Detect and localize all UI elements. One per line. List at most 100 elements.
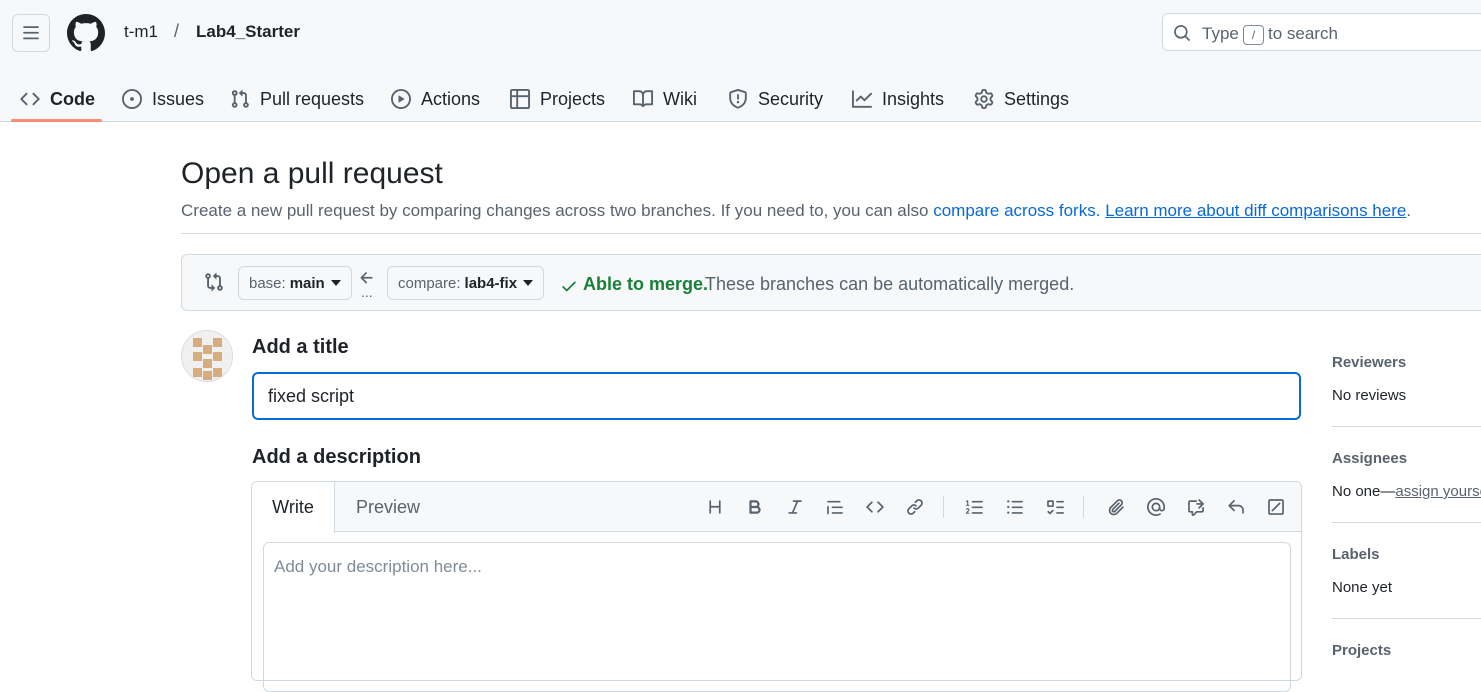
description-label: Add a description <box>252 446 421 468</box>
tab-label: Projects <box>540 88 606 109</box>
tab-security[interactable]: Security <box>728 76 823 122</box>
owner-link[interactable]: t-m1 <box>124 22 158 42</box>
description-editor: Write Preview Add your description here.… <box>251 481 1302 692</box>
merge-status: Able to merge. <box>583 274 709 294</box>
caret-down-icon <box>523 280 534 286</box>
quote-icon <box>827 500 843 515</box>
labels-heading[interactable]: Labels <box>1332 546 1380 563</box>
assign-yourself-link[interactable]: assign yourself <box>1395 483 1481 500</box>
tab-label: Issues <box>152 88 205 109</box>
bold-icon <box>749 500 761 514</box>
page-title: Open a pull request <box>181 157 443 190</box>
quote-button[interactable] <box>823 495 847 519</box>
heading-icon <box>709 500 721 514</box>
gear-icon <box>974 89 994 109</box>
toolbar-divider <box>943 496 944 518</box>
git-pull-request-icon <box>231 89 249 108</box>
title-label: Add a title <box>252 336 349 358</box>
git-compare-icon <box>205 272 223 292</box>
repo-header: t-m1 / Lab4_Starter Type / to search Cod… <box>0 0 1481 122</box>
base-prefix: base: <box>249 274 286 292</box>
cross-reference-icon <box>1188 499 1204 516</box>
learn-more-link[interactable]: Learn more about diff comparisons here <box>1105 201 1406 220</box>
search-suffix-text: to search <box>1268 24 1338 43</box>
italic-icon <box>788 500 802 514</box>
tab-settings[interactable]: Settings <box>974 76 1069 122</box>
labels-value: None yet <box>1332 579 1393 596</box>
repo-link[interactable]: Lab4_Starter <box>196 22 300 42</box>
tasklist-button[interactable] <box>1043 495 1067 519</box>
tab-insights[interactable]: Insights <box>852 76 944 122</box>
tab-wiki[interactable]: Wiki <box>633 76 697 122</box>
compare-forks-link[interactable]: compare across forks. <box>933 201 1100 220</box>
page-subtitle: Create a new pull request by comparing c… <box>181 201 1411 221</box>
tasklist-icon <box>1047 500 1064 515</box>
cross-reference-button[interactable] <box>1184 495 1208 519</box>
compare-branch-select[interactable]: compare: lab4-fix <box>387 266 545 300</box>
play-icon <box>391 89 411 109</box>
italic-button[interactable] <box>783 495 807 519</box>
mention-button[interactable] <box>1144 495 1168 519</box>
tab-preview[interactable]: Preview <box>356 482 420 532</box>
ordered-list-icon <box>966 500 983 514</box>
tab-projects[interactable]: Projects <box>510 76 605 122</box>
search-icon <box>1174 25 1190 41</box>
avatar <box>181 330 233 382</box>
table-icon <box>510 89 530 109</box>
code-button[interactable] <box>863 495 887 519</box>
description-textarea[interactable]: Add your description here... <box>263 542 1291 692</box>
sidebar-divider <box>1332 426 1481 427</box>
code-icon <box>20 92 40 106</box>
attach-button[interactable] <box>1104 495 1128 519</box>
reviewers-value: No reviews <box>1332 387 1407 404</box>
menu-button[interactable] <box>12 14 50 52</box>
path-separator: / <box>174 21 180 41</box>
merge-message: These branches can be automatically merg… <box>705 274 1075 294</box>
bold-button[interactable] <box>743 495 767 519</box>
sidebar-divider <box>1332 522 1481 523</box>
issue-opened-icon <box>122 89 142 109</box>
branch-compare-bar: base: main ... compare: lab4-fix Able to… <box>181 254 1481 311</box>
reply-icon <box>1228 499 1244 514</box>
tab-actions[interactable]: Actions <box>391 76 480 122</box>
ordered-list-button[interactable] <box>963 495 987 519</box>
check-icon <box>562 281 576 292</box>
assignees-heading[interactable]: Assignees <box>1332 450 1407 467</box>
projects-heading[interactable]: Projects <box>1332 642 1391 659</box>
tab-label: Wiki <box>663 88 697 109</box>
slash-command-button[interactable] <box>1264 495 1288 519</box>
base-branch-select[interactable]: base: main <box>238 266 352 300</box>
tab-label: Pull requests <box>260 88 365 109</box>
tab-code[interactable]: Code <box>20 76 95 122</box>
caret-down-icon <box>330 280 341 286</box>
ellipsis: ... <box>361 284 373 300</box>
tab-label: Code <box>50 88 95 109</box>
active-tab-indicator <box>11 119 102 122</box>
heading-button[interactable] <box>703 495 727 519</box>
mention-icon <box>1147 498 1165 516</box>
shield-icon <box>729 89 747 109</box>
tab-issues[interactable]: Issues <box>122 76 204 122</box>
compare-prefix: compare: <box>398 274 461 292</box>
base-branch-name: main <box>289 274 325 292</box>
tab-write[interactable]: Write <box>252 482 335 533</box>
reviewers-heading[interactable]: Reviewers <box>1332 354 1406 371</box>
reply-button[interactable] <box>1224 495 1248 519</box>
hamburger-icon <box>23 26 39 40</box>
github-logo-icon[interactable] <box>67 14 105 52</box>
assignees-none: No one— <box>1332 483 1396 500</box>
toolbar-divider <box>1083 496 1084 518</box>
unordered-list-icon <box>1007 500 1023 514</box>
unordered-list-button[interactable] <box>1003 495 1027 519</box>
divider <box>181 233 1481 234</box>
tab-pull-requests[interactable]: Pull requests <box>230 76 364 122</box>
tab-label: Security <box>758 88 824 109</box>
link-button[interactable] <box>903 495 927 519</box>
subtitle-text: Create a new pull request by comparing c… <box>181 201 934 220</box>
assignees-value: No one—assign yourself <box>1332 483 1481 500</box>
tab-label: Insights <box>882 88 945 109</box>
graph-icon <box>852 90 872 108</box>
title-input[interactable] <box>252 372 1301 420</box>
search-input[interactable]: Type / to search <box>1162 13 1481 51</box>
sidebar-divider <box>1332 618 1481 619</box>
